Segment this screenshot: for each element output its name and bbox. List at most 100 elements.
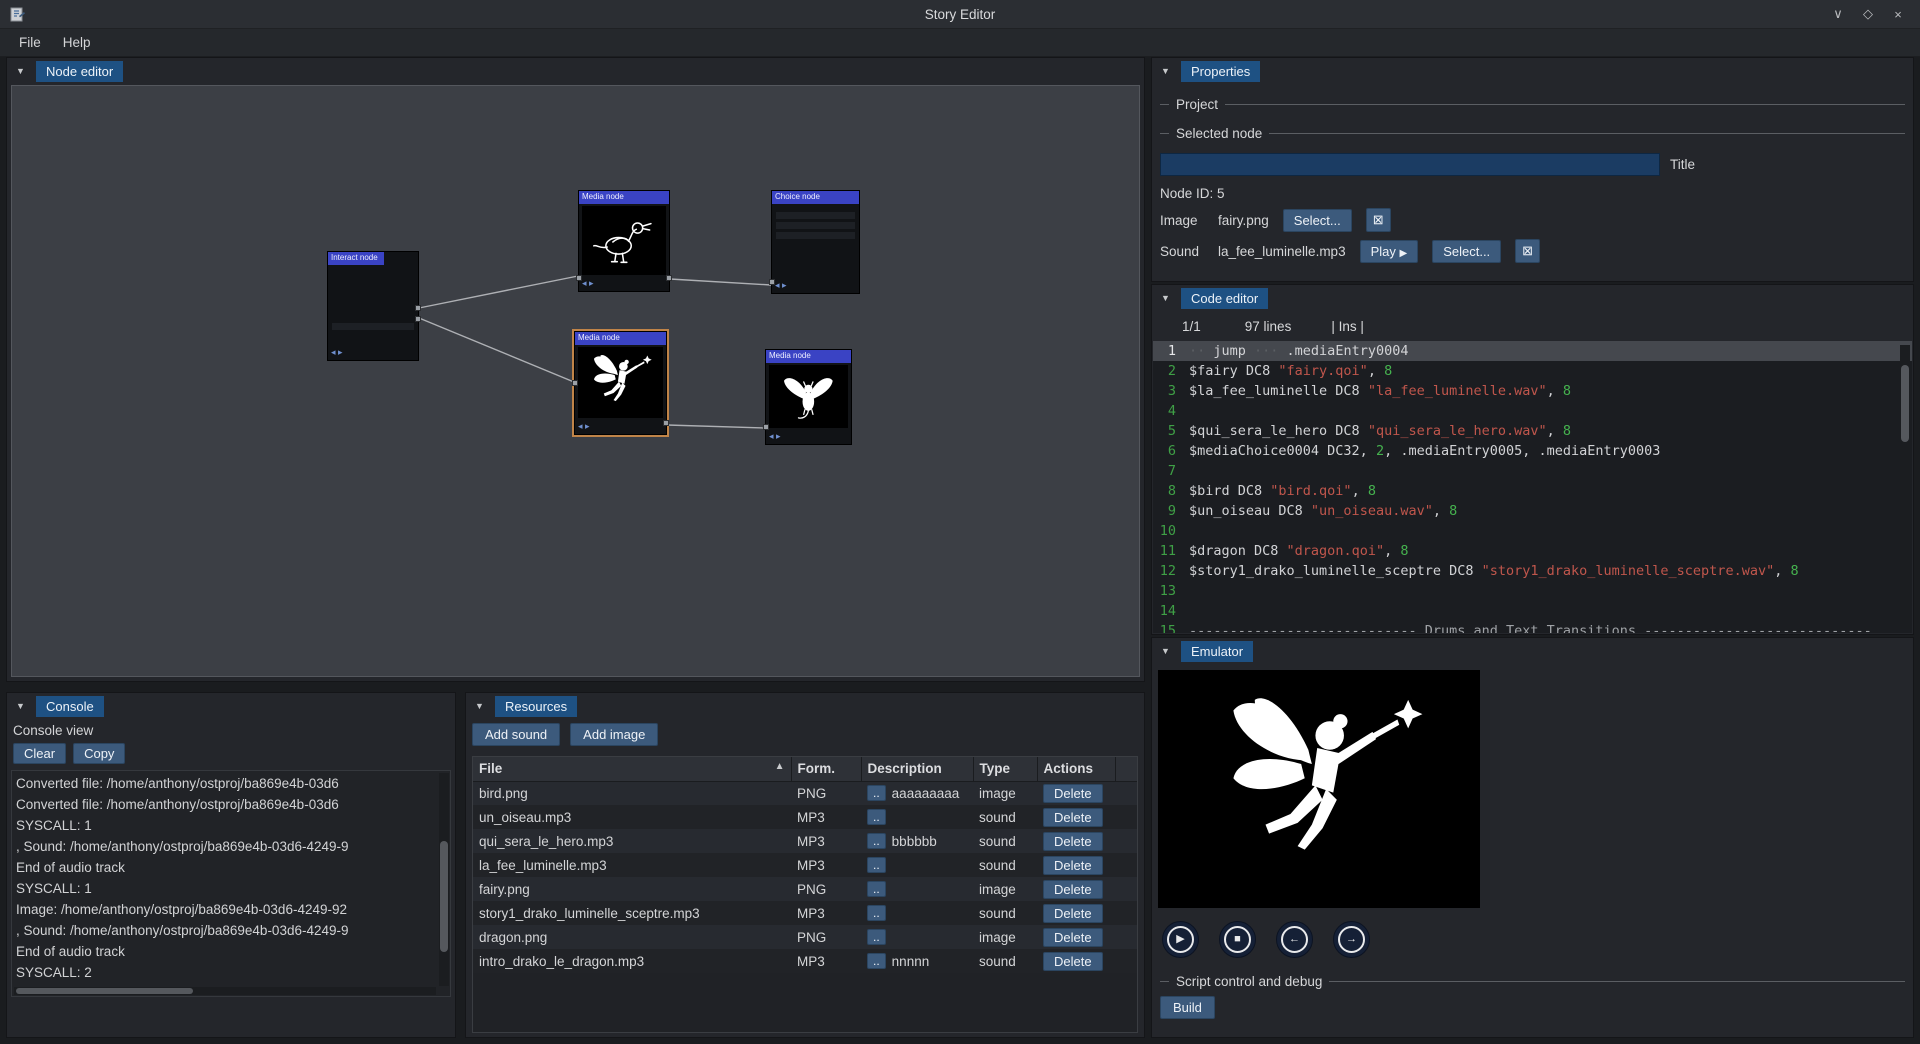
add-sound-button[interactable]: Add sound (472, 723, 560, 746)
node-media-fairy[interactable]: Media node ◂ ▸ (574, 331, 667, 435)
resource-format: MP3 (791, 805, 861, 829)
resource-description: .. (861, 877, 973, 901)
close-button[interactable]: × (1886, 3, 1910, 25)
code-area[interactable]: 1·· jump ··· .mediaEntry00042$fairy DC8 … (1153, 341, 1912, 633)
pin-arrows-icon[interactable]: ◂ ▸ (769, 431, 781, 442)
resource-type: sound (973, 901, 1037, 925)
emulator-controls: ▶ ■ ← → (1162, 921, 1370, 958)
resource-actions: Delete (1037, 805, 1115, 829)
title-label: Title (1670, 157, 1695, 172)
resource-type: image (973, 925, 1037, 949)
node-editor-header: ▼ Node editor (7, 58, 1144, 84)
maximize-button[interactable]: ◇ (1856, 3, 1880, 25)
edit-description-button[interactable]: .. (867, 929, 886, 945)
resource-row[interactable]: intro_drako_le_dragon.mp3MP3..nnnnnsound… (473, 949, 1138, 973)
resource-row[interactable]: fairy.pngPNG..imageDelete (473, 877, 1138, 901)
emulator-stop-button[interactable]: ■ (1219, 921, 1256, 958)
pin-arrows-icon[interactable]: ◂ ▸ (582, 278, 594, 289)
emulator-forward-button[interactable]: → (1333, 921, 1370, 958)
edit-description-button[interactable]: .. (867, 857, 886, 873)
edit-description-button[interactable]: .. (867, 953, 886, 969)
collapse-icon[interactable]: ▼ (13, 701, 28, 711)
clear-button[interactable]: Clear (13, 743, 66, 764)
title-input[interactable] (1160, 153, 1660, 176)
code-vscrollbar[interactable] (1900, 345, 1910, 629)
delete-button[interactable]: Delete (1043, 880, 1103, 899)
collapse-icon[interactable]: ▼ (472, 701, 487, 711)
console-log[interactable]: Converted file: /home/anthony/ostproj/ba… (11, 770, 451, 997)
column-header-type[interactable]: Type (973, 757, 1037, 781)
menu-help[interactable]: Help (52, 31, 102, 54)
resource-row[interactable]: dragon.pngPNG..imageDelete (473, 925, 1138, 949)
build-button[interactable]: Build (1160, 996, 1215, 1019)
menu-file[interactable]: File (8, 31, 52, 54)
emulator-play-button[interactable]: ▶ (1162, 921, 1199, 958)
collapse-icon[interactable]: ▼ (13, 66, 28, 76)
code-line: 10 (1153, 521, 1912, 541)
collapse-icon[interactable]: ▼ (1158, 66, 1173, 76)
node-canvas[interactable]: Interact node ◂ ▸ Media node (11, 85, 1140, 677)
input-pin[interactable] (763, 424, 769, 430)
delete-button[interactable]: Delete (1043, 784, 1103, 803)
column-header-description[interactable]: Description (861, 757, 973, 781)
node-choice[interactable]: Choice node ◂ ▸ (771, 190, 860, 294)
output-pin[interactable] (415, 316, 421, 322)
resource-row[interactable]: la_fee_luminelle.mp3MP3..soundDelete (473, 853, 1138, 877)
collapse-icon[interactable]: ▼ (1158, 646, 1173, 656)
code-editor-panel: ▼ Code editor 1/1 97 lines | Ins | 1·· j… (1151, 284, 1914, 635)
delete-button[interactable]: Delete (1043, 904, 1103, 923)
edit-description-button[interactable]: .. (867, 809, 886, 825)
resource-row[interactable]: qui_sera_le_hero.mp3MP3..bbbbbbsoundDele… (473, 829, 1138, 853)
column-header-format[interactable]: Form. (791, 757, 861, 781)
delete-button[interactable]: Delete (1043, 808, 1103, 827)
emulator-panel: ▼ Emulator ▶ ■ ← → Script control and de… (1151, 637, 1914, 1038)
resource-row[interactable]: bird.pngPNG..aaaaaaaaaimageDelete (473, 781, 1138, 805)
emulator-back-button[interactable]: ← (1276, 921, 1313, 958)
input-pin[interactable] (576, 275, 582, 281)
edit-description-button[interactable]: .. (867, 881, 886, 897)
copy-button[interactable]: Copy (73, 743, 125, 764)
resource-row[interactable]: un_oiseau.mp3MP3..soundDelete (473, 805, 1138, 829)
node-interact[interactable]: Interact node ◂ ▸ (327, 251, 419, 361)
sound-clear-button[interactable]: ⊠ (1515, 239, 1540, 263)
edit-description-button[interactable]: .. (867, 833, 886, 849)
output-pin[interactable] (666, 275, 672, 281)
collapse-icon[interactable]: ▼ (1158, 293, 1173, 303)
node-media-dragon[interactable]: Media node ◂ ▸ (765, 349, 852, 445)
column-header-file[interactable]: File▲ (473, 757, 791, 781)
image-select-button[interactable]: Select... (1283, 209, 1352, 232)
delete-button[interactable]: Delete (1043, 832, 1103, 851)
output-pin[interactable] (415, 305, 421, 311)
console-vscrollbar[interactable] (439, 773, 449, 986)
forward-circle-icon: → (1338, 926, 1365, 953)
input-pin[interactable] (769, 279, 775, 285)
resource-row[interactable]: story1_drako_luminelle_sceptre.mp3MP3..s… (473, 901, 1138, 925)
resource-format: PNG (791, 925, 861, 949)
column-header-actions[interactable]: Actions (1037, 757, 1115, 781)
pin-arrows-icon[interactable]: ◂ ▸ (331, 347, 343, 358)
pin-arrows-icon[interactable]: ◂ ▸ (775, 280, 787, 291)
edit-description-button[interactable]: .. (867, 785, 886, 801)
table-header-row: File▲ Form. Description Type Actions (473, 757, 1138, 781)
minimize-button[interactable]: ∨ (1826, 3, 1850, 25)
edit-description-button[interactable]: .. (867, 905, 886, 921)
input-pin[interactable] (572, 380, 578, 386)
add-image-button[interactable]: Add image (570, 723, 658, 746)
log-line: End of audio track (16, 857, 442, 878)
resource-actions: Delete (1037, 853, 1115, 877)
image-clear-button[interactable]: ⊠ (1366, 208, 1391, 232)
console-hscrollbar[interactable] (14, 987, 436, 995)
resource-format: MP3 (791, 853, 861, 877)
pin-arrows-icon[interactable]: ◂ ▸ (578, 421, 590, 432)
sound-play-button[interactable]: Play ▶ (1360, 240, 1419, 263)
code-statusbar: 1/1 97 lines | Ins | (1152, 312, 1913, 340)
output-pin[interactable] (663, 420, 669, 426)
node-media-bird[interactable]: Media node ◂ ▸ (578, 190, 670, 292)
delete-button[interactable]: Delete (1043, 952, 1103, 971)
delete-button[interactable]: Delete (1043, 928, 1103, 947)
line-number: 15 (1153, 621, 1183, 633)
node-row (332, 323, 414, 330)
sound-select-button[interactable]: Select... (1432, 240, 1501, 263)
emulator-fairy-image (1204, 682, 1434, 896)
delete-button[interactable]: Delete (1043, 856, 1103, 875)
